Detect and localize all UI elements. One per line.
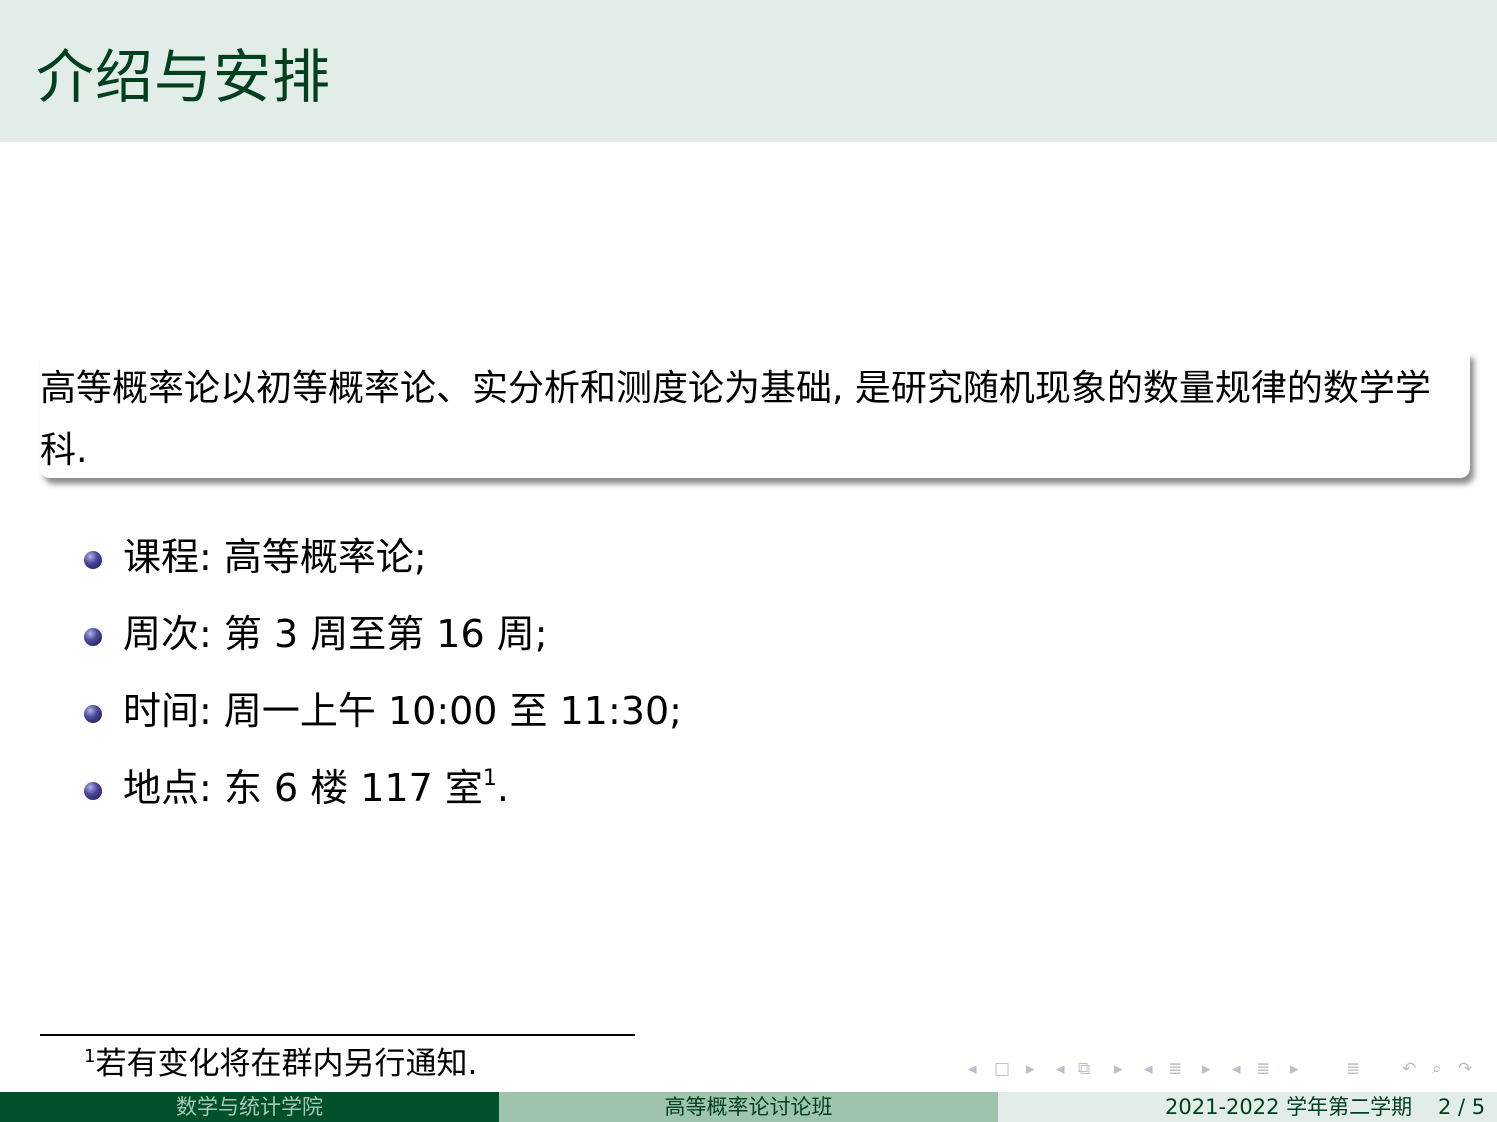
footer-term-section: 2021-2022 学年第二学期 2 / 5 [998,1092,1497,1122]
list-item-weeks: 周次: 第 3 周至第 16 周; [0,605,682,682]
list-item-text: 课程: 高等概率论; [123,535,427,579]
left-arrow-icon[interactable]: ◂ [1056,1058,1065,1080]
list-item-text: 地点: 东 6 楼 117 室 [123,766,483,810]
right-arrow-icon[interactable]: ▸ [1202,1058,1211,1080]
left-arrow-icon[interactable]: ◂ [1232,1058,1241,1080]
presentation-icon[interactable]: ≣ [1256,1058,1270,1080]
left-arrow-icon[interactable]: ◂ [968,1058,977,1080]
back-icon[interactable]: ↶ [1402,1058,1416,1080]
definition-text: 高等概率论以初等概率论、实分析和测度论为基础, 是研究随机现象的数量规律的数学学… [40,368,1431,471]
definition-block: 高等概率论以初等概率论、实分析和测度论为基础, 是研究随机现象的数量规律的数学学… [40,352,1470,478]
list-item-time: 时间: 周一上午 10:00 至 11:30; [0,682,682,759]
bullet-icon [84,705,102,723]
frame-icon[interactable]: □ [994,1058,1010,1080]
forward-icon[interactable]: ↷ [1458,1058,1472,1080]
footer-institute: 数学与统计学院 [0,1092,499,1122]
beamer-navigation: ◂ □ ▸ ◂ ⧉ ▸ ◂ ≣ ▸ ◂ ≣ ▸ ≣ ↶ ⌕ ↷ [968,1058,1488,1084]
list-item-text: 时间: 周一上午 10:00 至 11:30; [123,689,682,733]
footer: 数学与统计学院 高等概率论讨论班 2021-2022 学年第二学期 2 / 5 [0,1092,1497,1122]
list-item-trailing: . [496,766,509,810]
footer-term: 2021-2022 学年第二学期 [1165,1095,1413,1119]
subsection-icon[interactable]: ⧉ [1078,1058,1090,1080]
footer-course: 高等概率论讨论班 [499,1092,998,1122]
section-icon[interactable]: ≣ [1168,1058,1182,1080]
right-arrow-icon[interactable]: ▸ [1290,1058,1299,1080]
right-arrow-icon[interactable]: ▸ [1114,1058,1123,1080]
footnote-text: 若有变化将在群内另行通知. [95,1046,478,1082]
bullet-icon [84,628,102,646]
footnote-number: 1 [84,1046,96,1067]
footnote-rule [40,1034,635,1036]
list-item-text: 周次: 第 3 周至第 16 周; [123,612,548,656]
info-list: 课程: 高等概率论; 周次: 第 3 周至第 16 周; 时间: 周一上午 10… [0,528,682,836]
list-item-course: 课程: 高等概率论; [0,528,682,605]
list-item-location: 地点: 东 6 楼 117 室1. [0,759,682,836]
toc-icon[interactable]: ≣ [1346,1058,1360,1080]
left-arrow-icon[interactable]: ◂ [1144,1058,1153,1080]
title-bar: 介绍与安排 [0,0,1497,142]
bullet-icon [84,782,102,800]
bullet-icon [84,551,102,569]
search-icon[interactable]: ⌕ [1432,1058,1442,1080]
footnote: 1若有变化将在群内另行通知. [84,1044,477,1084]
footnote-mark[interactable]: 1 [483,766,497,791]
slide-title: 介绍与安排 [36,43,332,111]
right-arrow-icon[interactable]: ▸ [1026,1058,1035,1080]
page-number: 2 / 5 [1438,1095,1486,1119]
